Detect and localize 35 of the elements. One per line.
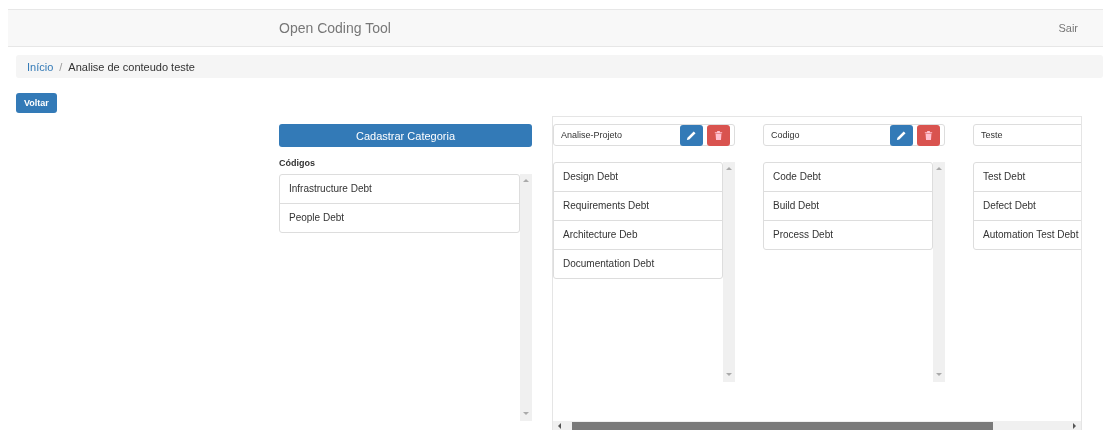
scrollbar[interactable]	[520, 174, 532, 421]
code-item[interactable]: People Debt	[280, 203, 519, 232]
breadcrumb-link[interactable]: Início	[27, 60, 54, 73]
delete-button[interactable]	[917, 124, 940, 146]
code-item[interactable]: Process Debt	[764, 220, 932, 249]
scrollbar[interactable]	[933, 162, 945, 382]
breadcrumb-current: Analise de conteudo teste	[68, 60, 195, 73]
back-button[interactable]: Voltar	[16, 93, 57, 113]
delete-button[interactable]	[707, 124, 730, 146]
add-category-button[interactable]: Cadastrar Categoria	[279, 124, 532, 147]
category-name: Codigo	[770, 130, 801, 140]
category-name: Teste	[980, 130, 1004, 140]
category-name: Analise-Projeto	[560, 130, 624, 140]
codes-heading: Códigos	[279, 158, 316, 168]
code-item[interactable]: Code Debt	[764, 163, 932, 191]
edit-icon	[686, 129, 697, 141]
edit-icon	[896, 129, 907, 141]
app-title: Open Coding Tool	[279, 20, 391, 36]
code-item[interactable]: Design Debt	[554, 163, 722, 191]
code-item[interactable]: Build Debt	[764, 191, 932, 220]
trash-icon	[923, 129, 934, 141]
code-item[interactable]: Requirements Debt	[554, 191, 722, 220]
code-item[interactable]: Architecture Deb	[554, 220, 722, 249]
trash-icon	[713, 129, 724, 141]
scrollbar[interactable]	[553, 421, 1081, 430]
edit-button[interactable]	[890, 124, 913, 146]
code-item[interactable]: Test Debt	[974, 163, 1081, 191]
edit-button[interactable]	[680, 124, 703, 146]
code-item[interactable]: Automation Test Debt	[974, 220, 1081, 249]
breadcrumb-separator: /	[59, 60, 63, 73]
scrollbar[interactable]	[723, 162, 735, 382]
code-item[interactable]: Defect Debt	[974, 191, 1081, 220]
code-item[interactable]: Infrastructure Debt	[280, 175, 519, 203]
code-item[interactable]: Documentation Debt	[554, 249, 722, 278]
logout-link[interactable]: Sair	[1058, 22, 1078, 34]
